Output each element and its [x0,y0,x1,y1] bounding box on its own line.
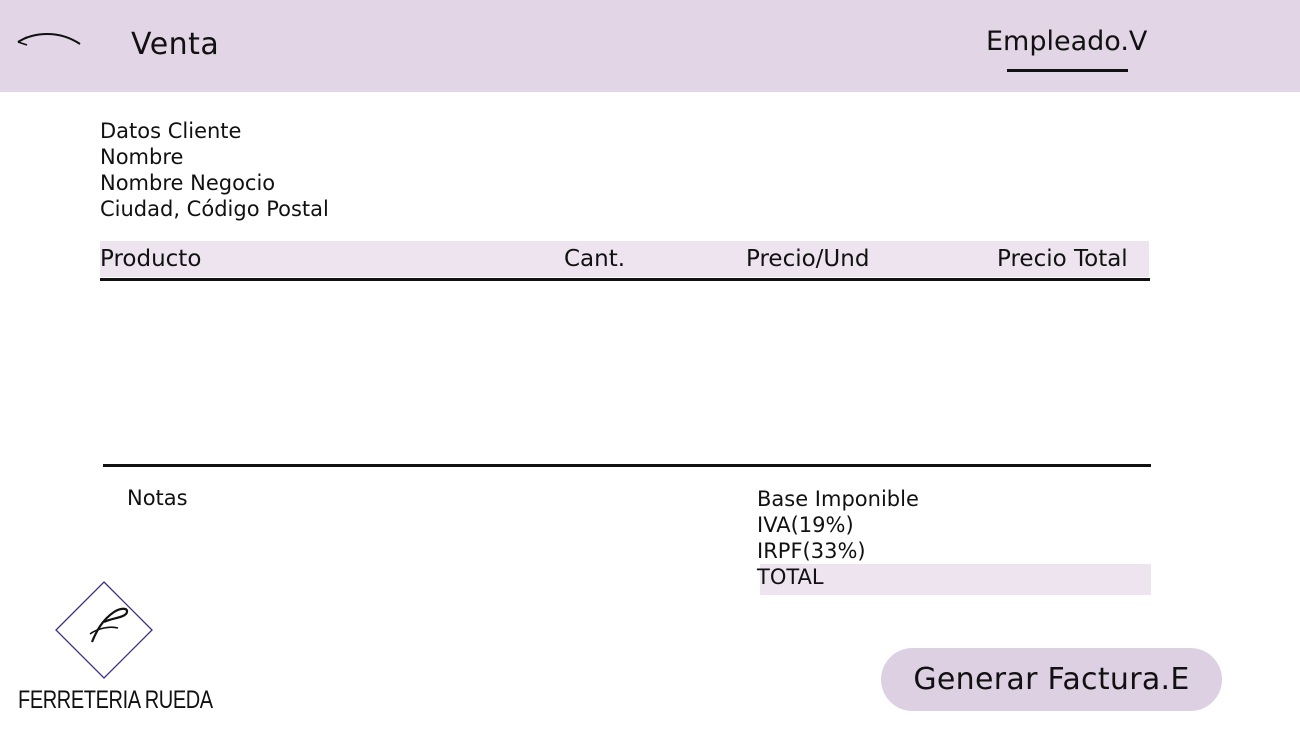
generate-invoice-button[interactable]: Generar Factura.E [881,648,1222,711]
client-name: Nombre [100,145,184,169]
curved-arrow-left-icon [17,33,81,46]
table-header-divider [100,278,1150,281]
client-heading: Datos Cliente [100,119,242,143]
client-business-name: Nombre Negocio [100,171,276,195]
column-header-total-price: Precio Total [997,246,1128,272]
table-footer-divider [103,464,1151,467]
top-bar: Venta Empleado.V [0,0,1300,92]
back-button[interactable] [14,24,84,50]
client-details: Datos Cliente Nombre Nombre Negocio Ciud… [100,118,329,222]
employee-underline [1007,69,1128,72]
brand-name: FERRETERIA RUEDA [18,686,213,714]
column-header-unit-price: Precio/Und [746,246,870,272]
product-list[interactable] [100,282,1150,464]
diamond-f-logo-icon [55,581,153,679]
totals-summary: Base Imponible IVA(19%) IRPF(33%) [757,486,919,564]
employee-name[interactable]: Empleado.V [986,26,1147,57]
page-title: Venta [131,27,220,62]
notes-label: Notas [127,486,188,510]
iva-label: IVA(19%) [757,513,854,537]
column-header-product: Producto [100,246,202,272]
column-header-quantity: Cant. [564,246,626,272]
client-location: Ciudad, Código Postal [100,197,329,221]
irpf-label: IRPF(33%) [757,539,866,563]
total-label: TOTAL [757,565,824,589]
base-imponible-label: Base Imponible [757,487,919,511]
